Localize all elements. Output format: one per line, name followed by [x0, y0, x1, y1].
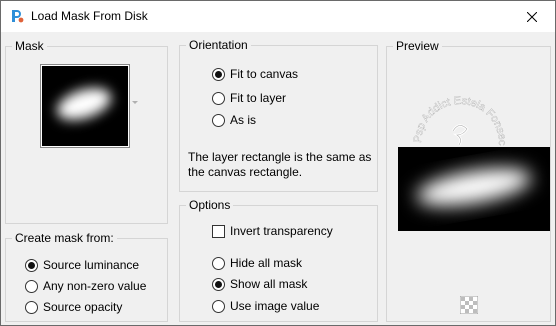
checkbox-label: Invert transparency: [230, 224, 333, 238]
transparency-checker-button[interactable]: [459, 295, 479, 315]
mask-thumbnail[interactable]: [40, 64, 130, 148]
radio-icon: [212, 277, 225, 291]
close-icon: [527, 11, 537, 22]
radio-icon: [212, 299, 225, 313]
options-group-label: Options: [186, 198, 234, 212]
radio-label: As is: [230, 113, 257, 127]
radio-fit-to-canvas[interactable]: Fit to canvas: [212, 66, 298, 82]
radio-icon: [25, 300, 38, 314]
radio-icon: [25, 258, 38, 272]
radio-show-all-mask[interactable]: Show all mask: [212, 276, 307, 292]
close-button[interactable]: [509, 1, 555, 32]
radio-source-luminance[interactable]: Source luminance: [25, 257, 139, 273]
create-mask-group-label: Create mask from:: [12, 231, 117, 245]
radio-label: Any non-zero value: [43, 279, 147, 293]
mask-group-label: Mask: [12, 39, 47, 53]
radio-source-opacity[interactable]: Source opacity: [25, 299, 122, 315]
radio-label: Use image value: [230, 299, 320, 313]
mask-image: [57, 88, 111, 120]
radio-label: Hide all mask: [230, 256, 303, 270]
radio-any-non-zero[interactable]: Any non-zero value: [25, 278, 146, 294]
radio-as-is[interactable]: As is: [212, 112, 256, 128]
radio-icon: [212, 256, 225, 270]
mask-dropdown-icon[interactable]: [132, 101, 138, 104]
checkbox-icon: [212, 224, 225, 238]
radio-label: Source luminance: [43, 258, 140, 272]
orientation-group-label: Orientation: [186, 38, 251, 52]
window-title: Load Mask From Disk: [31, 9, 148, 23]
dialog-window: Load Mask From Disk Mask Create mask fro…: [0, 0, 556, 326]
radio-label: Fit to canvas: [230, 67, 299, 81]
description-line-1: The layer rectangle is the same as: [188, 150, 372, 164]
preview-group-label: Preview: [393, 39, 442, 53]
radio-label: Fit to layer: [230, 91, 287, 105]
app-icon: [12, 10, 24, 23]
orientation-description: The layer rectangle is the same as the c…: [188, 150, 371, 180]
radio-hide-all-mask[interactable]: Hide all mask: [212, 255, 302, 271]
title-bar: Load Mask From Disk: [1, 1, 555, 32]
preview-mask-image: [416, 168, 532, 206]
radio-icon: [212, 67, 225, 81]
checkerboard-icon: [459, 295, 479, 315]
radio-use-image-value[interactable]: Use image value: [212, 298, 319, 314]
radio-icon: [212, 113, 225, 127]
checkbox-invert-transparency[interactable]: Invert transparency: [212, 223, 333, 239]
radio-label: Source opacity: [43, 300, 123, 314]
radio-fit-to-layer[interactable]: Fit to layer: [212, 90, 286, 106]
radio-label: Show all mask: [230, 277, 308, 291]
preview-image: [398, 147, 550, 231]
description-line-2: the canvas rectangle.: [188, 165, 303, 179]
radio-icon: [212, 91, 225, 105]
radio-icon: [25, 279, 38, 293]
